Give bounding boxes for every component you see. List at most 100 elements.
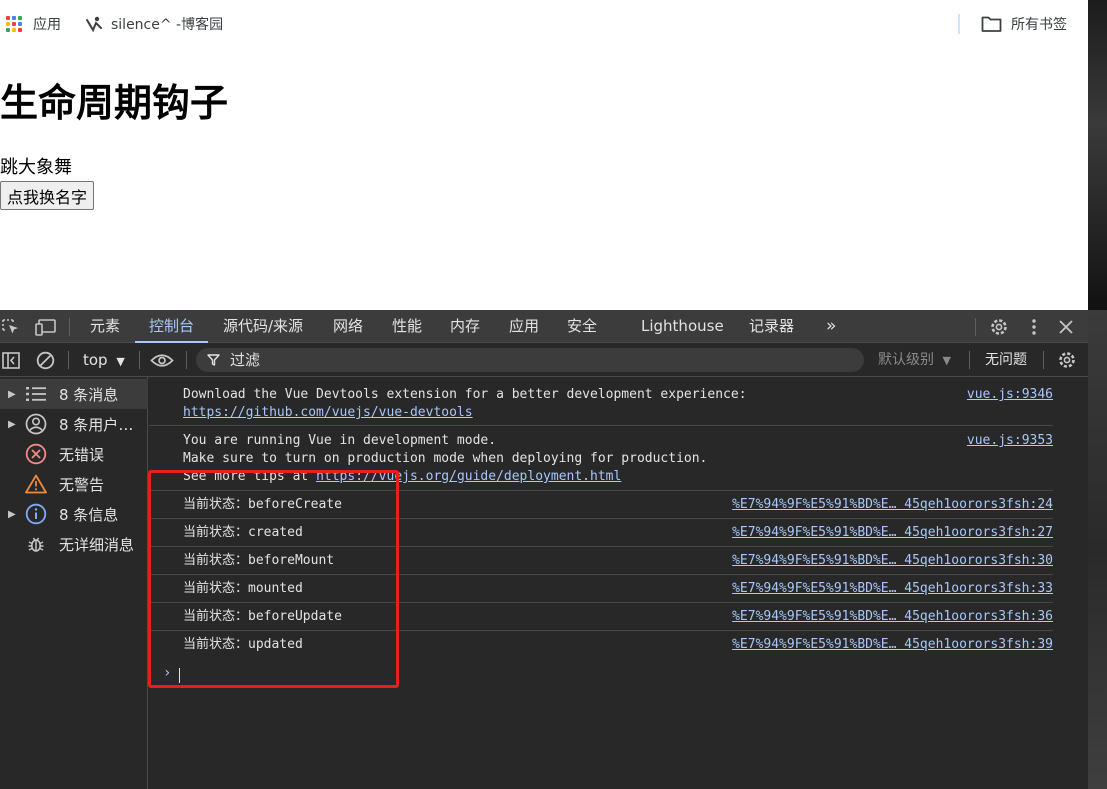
warning-icon <box>25 473 47 495</box>
console-sidebar: ▶ 8 条消息 ▶ 8 条用户消息 无错误 无警告 ▶ 8 条信息 无详细消息 <box>0 377 148 789</box>
expand-arrow-icon: ▶ <box>8 418 16 430</box>
name-text: 跳大象舞 <box>0 157 72 178</box>
console-log-row: 当前状态：beforeCreate %E7%94%9F%E5%91%BD%E… … <box>149 491 1053 519</box>
console-message-text: You are running Vue in development mode. <box>183 433 497 448</box>
sidebar-item-warnings[interactable]: 无警告 <box>0 469 148 499</box>
console-message-text: Make sure to turn on production mode whe… <box>183 451 708 466</box>
bookmark-apps-label: 应用 <box>33 17 61 33</box>
tab-console[interactable]: 控制台 <box>134 310 209 343</box>
console-log-row: 当前状态：updated %E7%94%9F%E5%91%BD%E… 45qeh… <box>149 631 1053 659</box>
sidebar-item-label: 8 条消息 <box>59 385 119 404</box>
console-output: Download the Vue Devtools extension for … <box>149 377 1088 789</box>
console-source-link[interactable]: %E7%94%9F%E5%91%BD%E… 45qeh1oorors3fsh:2… <box>732 524 1053 542</box>
sidebar-item-label: 无详细消息 <box>59 535 135 554</box>
tab-network[interactable]: 网络 <box>333 310 363 343</box>
console-message: You are running Vue in development mode.… <box>149 426 1053 491</box>
console-log-row: 当前状态：beforeMount %E7%94%9F%E5%91%BD%E… 4… <box>149 547 1053 575</box>
bookmark-cnblogs-label: silence^ -博客园 <box>111 17 224 33</box>
console-input[interactable] <box>179 668 180 683</box>
vue-devtools-link[interactable]: https://github.com/vuejs/vue-devtools <box>183 404 473 422</box>
console-source-link[interactable]: %E7%94%9F%E5%91%BD%E… 45qeh1oorors3fsh:3… <box>732 636 1053 654</box>
tab-recorder[interactable]: 记录器 <box>749 310 794 343</box>
devtools-panel: 元素 控制台 源代码/来源 网络 性能 内存 应用 安全 Lighthouse … <box>0 310 1088 789</box>
apps-grid-icon <box>6 16 22 32</box>
vue-deployment-link[interactable]: https://vuejs.org/guide/deployment.html <box>316 469 621 484</box>
live-expression-eye-icon[interactable] <box>150 353 174 368</box>
inspect-element-icon[interactable] <box>1 318 20 336</box>
settings-gear-icon[interactable] <box>989 317 1009 337</box>
console-source-link[interactable]: vue.js:9346 <box>967 386 1053 404</box>
console-log-text: 当前状态：updated <box>183 637 303 652</box>
console-source-link[interactable]: %E7%94%9F%E5%91%BD%E… 45qeh1oorors3fsh:3… <box>732 608 1053 626</box>
context-selector[interactable]: top ▼ <box>83 343 125 377</box>
console-source-link[interactable]: %E7%94%9F%E5%91%BD%E… 45qeh1oorors3fsh:3… <box>732 580 1053 598</box>
desktop-background <box>1088 0 1107 789</box>
list-icon <box>25 383 47 405</box>
console-log-text: 当前状态：mounted <box>183 581 303 596</box>
console-log-row: 当前状态：created %E7%94%9F%E5%91%BD%E… 45qeh… <box>149 519 1053 547</box>
devtools-tab-bar: 元素 控制台 源代码/来源 网络 性能 内存 应用 安全 Lighthouse … <box>0 310 1088 343</box>
more-tabs-chevron-icon[interactable]: » <box>826 310 836 343</box>
sidebar-item-label: 8 条信息 <box>59 505 119 524</box>
error-icon <box>25 443 47 465</box>
console-source-link[interactable]: %E7%94%9F%E5%91%BD%E… 45qeh1oorors3fsh:2… <box>732 496 1053 514</box>
filter-input[interactable]: 过滤 <box>196 348 864 372</box>
cnblogs-logo-icon <box>86 16 102 33</box>
console-log-row: 当前状态：beforeUpdate %E7%94%9F%E5%91%BD%E… … <box>149 603 1053 631</box>
info-icon <box>25 503 47 525</box>
bookmark-cnblogs[interactable]: silence^ -博客园 <box>84 0 223 48</box>
console-settings-gear-icon[interactable] <box>1057 350 1077 370</box>
device-toolbar-icon[interactable] <box>35 318 57 336</box>
sidebar-item-verbose[interactable]: 无详细消息 <box>0 529 148 559</box>
console-source-link[interactable]: vue.js:9353 <box>967 432 1053 450</box>
log-level-label: 默认级别 <box>878 352 934 368</box>
bookmarks-separator <box>958 14 960 34</box>
close-icon[interactable] <box>1059 320 1073 334</box>
sidebar-item-info[interactable]: ▶ 8 条信息 <box>0 499 148 529</box>
console-toolbar: top ▼ 过滤 默认级别 ▼ 无问题 <box>0 343 1088 377</box>
console-log-text: 当前状态：beforeMount <box>183 553 335 568</box>
expand-arrow-icon: ▶ <box>8 508 16 520</box>
more-options-icon[interactable] <box>1029 318 1039 336</box>
tab-memory[interactable]: 内存 <box>450 310 480 343</box>
console-message: Download the Vue Devtools extension for … <box>149 377 1053 426</box>
bookmark-apps[interactable]: 应用 <box>6 0 61 48</box>
context-selector-label: top <box>83 351 108 369</box>
console-source-link[interactable]: %E7%94%9F%E5%91%BD%E… 45qeh1oorors3fsh:3… <box>732 552 1053 570</box>
sidebar-item-label: 无警告 <box>59 475 105 494</box>
filter-placeholder: 过滤 <box>230 351 261 369</box>
log-level-selector[interactable]: 默认级别 ▼ <box>878 343 951 377</box>
console-log-row: 当前状态：mounted %E7%94%9F%E5%91%BD%E… 45qeh… <box>149 575 1053 603</box>
console-message-text: Download the Vue Devtools extension for … <box>183 387 747 402</box>
tab-lighthouse[interactable]: Lighthouse <box>641 310 724 343</box>
console-log-text: 当前状态：beforeUpdate <box>183 609 342 624</box>
console-log-text: 当前状态：beforeCreate <box>183 497 342 512</box>
sidebar-toggle-icon[interactable] <box>2 352 20 369</box>
expand-arrow-icon: ▶ <box>8 388 16 400</box>
bug-icon <box>25 533 47 555</box>
change-name-button[interactable]: 点我换名字 <box>0 181 95 210</box>
bookmarks-bar: 应用 silence^ -博客园 所有书签 <box>0 0 1088 48</box>
clear-console-icon[interactable] <box>36 351 55 370</box>
user-icon <box>25 413 47 435</box>
all-bookmarks-button[interactable]: 所有书签 <box>981 0 1067 48</box>
sidebar-item-label: 无错误 <box>59 445 105 464</box>
tab-elements[interactable]: 元素 <box>90 310 120 343</box>
sidebar-item-messages[interactable]: ▶ 8 条消息 <box>0 379 148 409</box>
sidebar-item-label: 8 条用户消息 <box>59 415 147 434</box>
dropdown-arrow-icon: ▼ <box>942 354 951 367</box>
tab-application[interactable]: 应用 <box>509 310 539 343</box>
console-log-text: 当前状态：created <box>183 525 303 540</box>
sidebar-item-errors[interactable]: 无错误 <box>0 439 148 469</box>
tab-performance[interactable]: 性能 <box>392 310 422 343</box>
sidebar-item-user-messages[interactable]: ▶ 8 条用户消息 <box>0 409 148 439</box>
console-message-text: See more tips at https://vuejs.org/guide… <box>183 469 622 484</box>
tab-sources[interactable]: 源代码/来源 <box>223 310 303 343</box>
filter-icon <box>207 354 220 366</box>
page-title: 生命周期钩子 <box>0 81 229 125</box>
issues-button[interactable]: 无问题 <box>985 343 1027 377</box>
tab-security[interactable]: 安全 <box>567 310 597 343</box>
page-viewport: 生命周期钩子 跳大象舞 点我换名字 <box>0 48 1088 310</box>
console-prompt-chevron-icon: › <box>163 665 172 681</box>
folder-icon <box>981 16 1002 32</box>
